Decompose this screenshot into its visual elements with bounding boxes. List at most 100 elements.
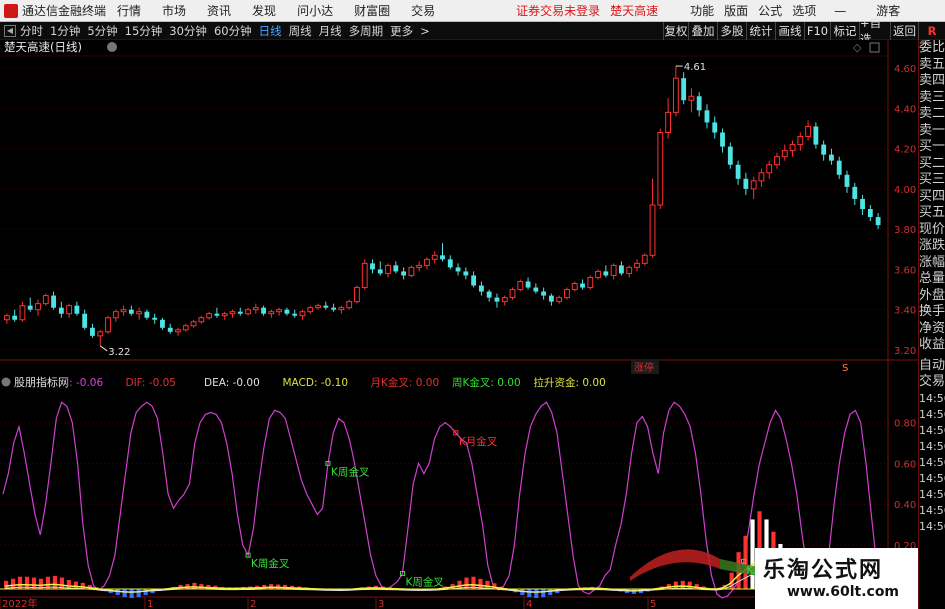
candle-body <box>805 125 812 138</box>
quote-field-label: 卖一 <box>919 122 945 138</box>
tab-5min[interactable]: 5分钟 <box>87 23 117 39</box>
candle-body <box>672 77 679 113</box>
cross-annotation: K月金叉 <box>459 435 498 448</box>
macd-bar <box>541 589 546 598</box>
button-overlay[interactable]: 叠加 <box>688 22 717 40</box>
chart-options-icon[interactable] <box>107 42 117 52</box>
button-add-watchlist[interactable]: +自选 <box>859 16 890 46</box>
candle-body <box>136 311 143 315</box>
candle-body <box>90 327 95 336</box>
candle-body <box>844 174 850 187</box>
quote-field-label: 买五 <box>919 205 945 220</box>
button-statistics[interactable]: 统计 <box>746 22 775 40</box>
candle-body <box>634 262 640 268</box>
candle-body <box>276 309 283 313</box>
button-multi-stock[interactable]: 多股 <box>717 22 746 40</box>
quote-field-label: 买二 <box>919 155 945 171</box>
tab-weekly[interactable]: 周线 <box>289 23 312 39</box>
menu-item-news[interactable]: 资讯 <box>207 2 231 19</box>
candle-body <box>821 144 827 155</box>
price-tick-label: 3.60 <box>894 265 916 276</box>
menu-item-ask[interactable]: 问小达 <box>297 2 333 19</box>
tab-30min[interactable]: 30分钟 <box>169 23 207 39</box>
menu-options[interactable]: 选项 <box>792 2 816 19</box>
tab-monthly[interactable]: 月线 <box>319 23 342 39</box>
watermark-url: www.60lt.com <box>787 584 900 600</box>
candle-body <box>595 270 601 278</box>
quote-field-label: 买四 <box>919 188 945 204</box>
diamond-icon[interactable]: ◇ <box>853 41 862 54</box>
candle-body <box>82 313 88 328</box>
candle-body <box>214 313 220 316</box>
limit-up-label: 涨停 <box>634 361 654 374</box>
tab-intraday[interactable]: 分时 <box>20 23 43 39</box>
more-chevron-icon[interactable]: > <box>420 24 430 38</box>
indicator-value: MACD: -0.10 <box>283 377 349 389</box>
candle-body <box>494 297 500 302</box>
price-tick-label: 3.20 <box>894 346 916 357</box>
button-adjust[interactable]: 复权 <box>663 22 688 40</box>
indicator-value: DIF: -0.05 <box>126 377 176 389</box>
candle-body <box>51 295 56 308</box>
candle-body <box>447 259 453 268</box>
macd-bar <box>534 589 539 598</box>
quote-field-label[interactable]: 自动 <box>919 358 945 375</box>
candle-body <box>74 305 80 314</box>
tab-1min[interactable]: 1分钟 <box>50 23 80 39</box>
candle-body <box>175 329 181 333</box>
candle-body <box>3 315 10 321</box>
candle-body <box>152 317 158 320</box>
menu-item-market[interactable]: 行情 <box>117 2 141 19</box>
menu-function[interactable]: 功能 <box>690 2 714 19</box>
back-arrow-icon[interactable]: ◀ <box>4 24 16 37</box>
button-return[interactable]: 返回 <box>890 22 918 40</box>
site-watermark: 乐淘公式网 www.60lt.com <box>755 548 918 609</box>
candle-body <box>361 262 368 289</box>
button-draw-line[interactable]: 画线 <box>775 22 804 40</box>
tab-60min[interactable]: 60分钟 <box>214 23 252 39</box>
quote-field-label: 换手 <box>919 304 945 319</box>
candle-body <box>292 313 298 316</box>
minimize-icon[interactable]: — <box>834 4 846 18</box>
price-tick-label: 4.60 <box>894 64 916 75</box>
tab-daily[interactable]: 日线 <box>259 23 282 39</box>
candle-body <box>12 315 18 320</box>
panel-toggle-icon[interactable]: R <box>918 22 945 40</box>
quote-field-label: 卖二 <box>919 106 945 121</box>
candle-body <box>564 289 570 299</box>
quote-field-label: 14:56 <box>919 391 945 405</box>
indicator-tick-label: 0.60 <box>894 459 916 470</box>
candle-body <box>42 295 49 305</box>
login-alert[interactable]: 证券交易未登录 <box>516 2 600 19</box>
menu-item-exchange[interactable]: 市场 <box>162 2 186 19</box>
tab-15min[interactable]: 15分钟 <box>125 23 163 39</box>
menu-item-wealth-circle[interactable]: 财富圈 <box>354 2 390 19</box>
button-mark[interactable]: 标记 <box>830 22 859 40</box>
watermark-title: 乐淘公式网 <box>763 558 884 583</box>
candle-body <box>548 295 554 302</box>
quote-field-label: 涨跌 <box>919 238 945 253</box>
candle-body <box>221 313 228 317</box>
candle-body <box>875 217 881 226</box>
candle-body <box>128 309 134 314</box>
candle-body <box>641 254 648 264</box>
menu-item-trade[interactable]: 交易 <box>411 2 435 19</box>
menu-layout[interactable]: 版面 <box>724 2 748 19</box>
candle-body <box>852 186 858 199</box>
kline-chart[interactable]: 4.60 4.40 4.20 4.00 3.80 3.60 3.40 3.20 楚天高速(日线… <box>0 40 918 609</box>
menu-formula[interactable]: 公式 <box>758 2 782 19</box>
quote-field-label[interactable]: 交易 <box>919 374 945 391</box>
button-f10[interactable]: F10 <box>804 22 830 40</box>
date-tick-label: 2022年 <box>2 597 37 609</box>
candle-body <box>58 307 64 314</box>
candle-body <box>587 276 594 289</box>
indicator-options-icon[interactable] <box>1 377 11 387</box>
tab-multi-period[interactable]: 多周期 <box>349 23 384 39</box>
tab-more[interactable]: 更多 <box>390 23 413 39</box>
quote-field-label: 14:56 <box>919 455 945 469</box>
candle-body <box>440 255 445 260</box>
candle-body <box>517 280 524 291</box>
menu-item-discover[interactable]: 发现 <box>252 2 276 19</box>
indicator-tick-label: 0.40 <box>894 500 916 511</box>
macd-bar <box>750 519 755 589</box>
